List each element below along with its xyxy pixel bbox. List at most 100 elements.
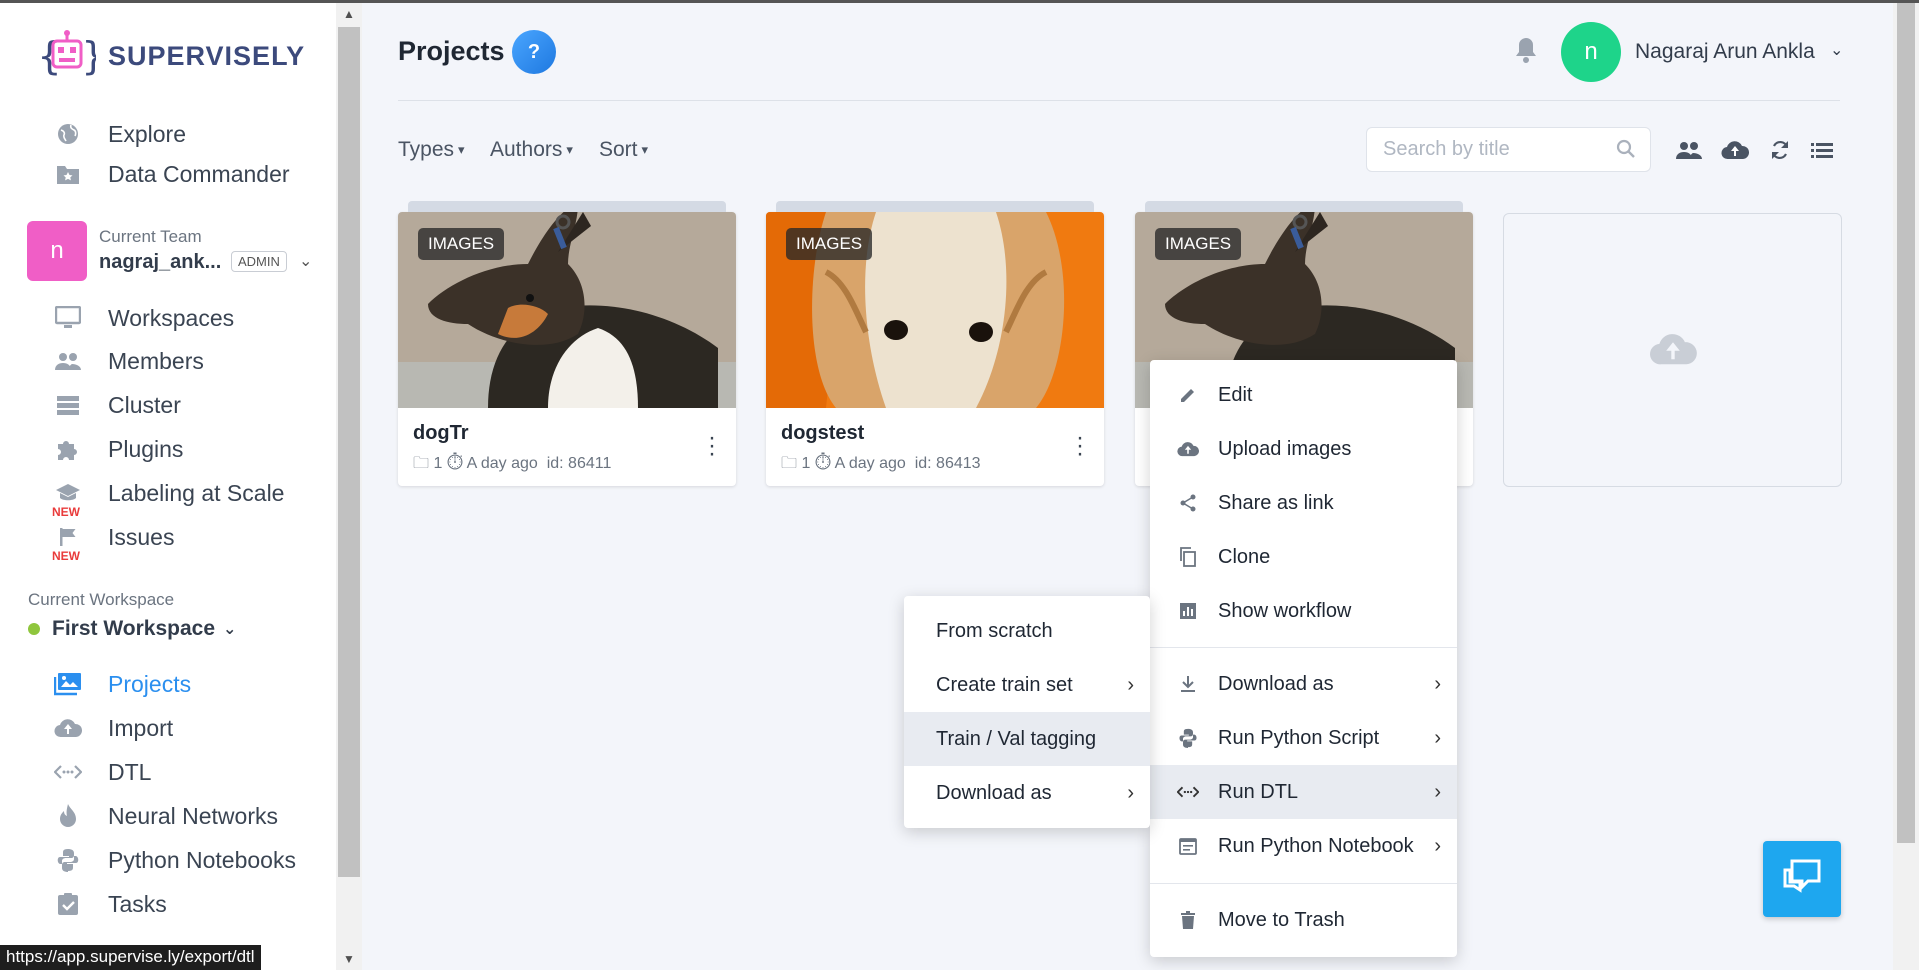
menu-item-label: Show workflow — [1218, 599, 1352, 622]
scroll-up-icon[interactable]: ▲ — [336, 3, 362, 25]
project-card[interactable]: IMAGES dogTr 🗀 1 ⏱ A day ago id: 86411 ·… — [398, 201, 736, 486]
submenu-item-create-train-set[interactable]: Create train set › — [904, 658, 1150, 712]
sidebar-item-explore[interactable]: Explore — [52, 117, 186, 151]
sidebar-item-label: Python Notebooks — [108, 846, 296, 873]
sidebar-item-issues[interactable]: NEW Issues — [52, 520, 174, 564]
support-chat-button[interactable] — [1763, 841, 1841, 917]
chevron-right-icon: › — [1127, 781, 1134, 804]
type-badge: IMAGES — [1155, 228, 1242, 260]
workspace-label: Current Workspace — [28, 590, 175, 609]
sidebar-item-projects[interactable]: Projects — [52, 667, 191, 701]
menu-item-clone[interactable]: Clone — [1150, 530, 1457, 584]
cloud-upload-icon — [1648, 332, 1698, 371]
sidebar-item-plugins[interactable]: Plugins — [52, 432, 183, 466]
submenu-item-train-val-tagging[interactable]: Train / Val tagging — [904, 712, 1150, 766]
chevron-down-icon[interactable]: ⌄ — [1830, 40, 1843, 60]
sidebar-item-members[interactable]: Members — [52, 344, 204, 378]
project-thumbnail[interactable]: IMAGES — [398, 212, 736, 408]
logo[interactable]: { } SUPERVISELY — [38, 29, 305, 83]
scrollbar-thumb[interactable] — [338, 27, 360, 877]
sidebar-item-data-commander[interactable]: Data Commander — [52, 157, 290, 191]
page-scrollbar[interactable] — [1893, 3, 1919, 970]
menu-item-run-dtl[interactable]: Run DTL › — [1150, 765, 1457, 819]
chevron-down-icon[interactable]: ⌄ — [299, 251, 312, 271]
sidebar: { } SUPERVISELY Explore Data Commander n… — [0, 3, 336, 970]
sidebar-item-workspaces[interactable]: Workspaces — [52, 301, 234, 335]
project-card[interactable]: IMAGES dogstest 🗀 1 ⏱ A day ago id: 8641… — [766, 201, 1104, 486]
chat-icon — [1782, 858, 1822, 901]
sidebar-scrollbar[interactable]: ▲ ▼ — [336, 3, 362, 970]
sidebar-item-import[interactable]: Import — [52, 711, 173, 745]
chart-icon — [1176, 602, 1200, 620]
graduation-icon: NEW — [52, 479, 84, 519]
brand-name: SUPERVISELY — [108, 40, 306, 71]
sort-filter[interactable]: Sort — [599, 138, 648, 162]
sidebar-item-neural-networks[interactable]: Neural Networks — [52, 799, 278, 833]
menu-item-move-to-trash[interactable]: Move to Trash — [1150, 893, 1457, 947]
refresh-icon[interactable] — [1766, 136, 1794, 164]
submenu-item-from-scratch[interactable]: From scratch — [904, 604, 1150, 658]
more-options-icon[interactable]: · · · — [708, 426, 716, 466]
role-badge: ADMIN — [231, 251, 287, 272]
team-selector[interactable]: n Current Team nagraj_ank... ADMIN ⌄ — [27, 221, 327, 283]
scroll-down-icon[interactable]: ▼ — [336, 948, 362, 970]
list-view-icon[interactable] — [1808, 136, 1836, 164]
people-icon[interactable] — [1675, 136, 1703, 164]
sidebar-item-label: DTL — [108, 758, 152, 785]
dataset-count: 1 — [801, 455, 811, 472]
python-icon — [52, 846, 84, 874]
chevron-right-icon: › — [1434, 780, 1441, 803]
menu-item-label: From scratch — [936, 619, 1053, 642]
project-meta: 🗀 1 ⏱ A day ago id: 86411 — [413, 452, 611, 479]
menu-item-upload-images[interactable]: Upload images — [1150, 422, 1457, 476]
trash-icon — [1176, 911, 1200, 929]
sidebar-item-tasks[interactable]: Tasks — [52, 887, 167, 921]
more-options-icon[interactable]: · · · — [1076, 426, 1084, 466]
sidebar-item-python-notebooks[interactable]: Python Notebooks — [52, 843, 296, 877]
authors-filter[interactable]: Authors — [490, 138, 573, 162]
user-avatar[interactable]: n — [1561, 22, 1621, 82]
menu-item-label: Run Python Notebook — [1218, 834, 1414, 857]
new-project-upload-card[interactable] — [1503, 213, 1842, 487]
clock-icon: ⏱ — [446, 455, 464, 472]
team-name: nagraj_ank... — [99, 251, 222, 273]
menu-item-label: Run Python Script — [1218, 726, 1380, 749]
sidebar-item-label: Cluster — [108, 391, 181, 418]
project-thumbnail[interactable]: IMAGES — [766, 212, 1104, 408]
sidebar-item-labeling-at-scale[interactable]: NEW Labeling at Scale — [52, 476, 284, 520]
sidebar-item-dtl[interactable]: DTL — [52, 755, 151, 789]
python-icon — [1176, 728, 1200, 748]
bell-icon[interactable] — [1514, 36, 1540, 66]
card-stack-edge — [408, 201, 726, 212]
menu-item-share-as-link[interactable]: Share as link — [1150, 476, 1457, 530]
chevron-right-icon: › — [1434, 834, 1441, 857]
help-button[interactable]: ? — [512, 30, 556, 74]
project-meta: 🗀 1 ⏱ A day ago id: 86413 — [781, 452, 981, 479]
chevron-right-icon: › — [1434, 672, 1441, 695]
copy-icon — [1176, 547, 1200, 567]
project-name[interactable]: dogTr — [413, 422, 469, 445]
menu-item-run-python-notebook[interactable]: Run Python Notebook › — [1150, 819, 1457, 873]
images-icon — [52, 670, 84, 698]
search-icon[interactable] — [1616, 139, 1636, 164]
types-filter[interactable]: Types — [398, 138, 465, 162]
menu-item-run-python-script[interactable]: Run Python Script › — [1150, 711, 1457, 765]
cloud-upload-icon[interactable] — [1721, 136, 1749, 164]
project-time: A day ago — [834, 455, 906, 472]
user-name[interactable]: Nagaraj Arun Ankla — [1635, 40, 1815, 64]
menu-item-show-workflow[interactable]: Show workflow — [1150, 584, 1457, 638]
search-input[interactable] — [1367, 128, 1597, 171]
monitor-icon — [52, 304, 84, 332]
workspace-selector[interactable]: First Workspace ⌄ — [28, 617, 236, 641]
sidebar-item-label: Neural Networks — [108, 802, 278, 829]
team-label: Current Team — [99, 227, 202, 246]
sidebar-item-cluster[interactable]: Cluster — [52, 388, 181, 422]
folder-star-icon — [52, 160, 84, 188]
submenu-item-download-as[interactable]: Download as › — [904, 766, 1150, 820]
header-divider — [398, 100, 1840, 101]
project-name[interactable]: dogstest — [781, 422, 864, 445]
menu-item-download-as[interactable]: Download as › — [1150, 657, 1457, 711]
menu-item-edit[interactable]: Edit — [1150, 368, 1457, 422]
type-badge: IMAGES — [418, 228, 505, 260]
scrollbar-thumb[interactable] — [1897, 3, 1915, 843]
